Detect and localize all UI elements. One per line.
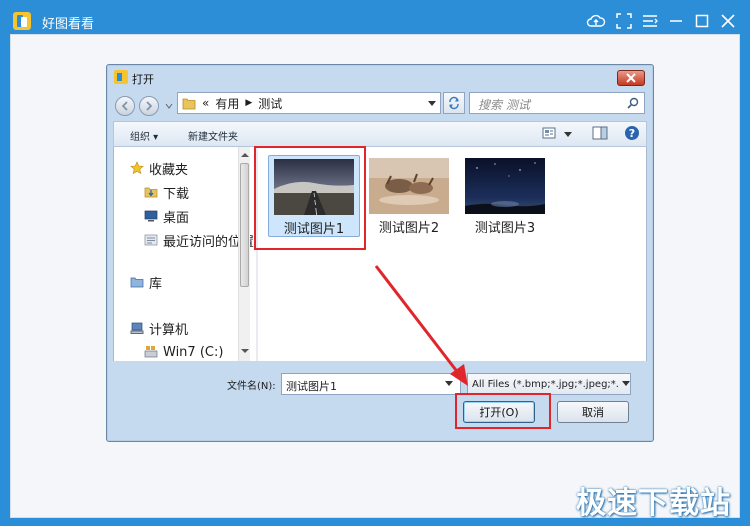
refresh-icon <box>449 96 459 110</box>
command-bar: 组织 ▾ 新建文件夹 ? <box>113 121 647 147</box>
navigation-scrollbar[interactable] <box>238 147 250 361</box>
nav-item-desktop[interactable]: 桌面 <box>144 207 190 226</box>
dialog-close-button[interactable] <box>617 70 645 86</box>
close-icon[interactable] <box>718 11 738 31</box>
nav-item-downloads[interactable]: 下载 <box>144 183 190 202</box>
file-item-2[interactable]: 测试图片2 <box>364 155 456 237</box>
filetype-dropdown-icon[interactable] <box>622 381 630 387</box>
scroll-up-icon[interactable] <box>240 151 250 159</box>
cancel-button[interactable]: 取消 <box>557 401 629 423</box>
back-button[interactable] <box>115 96 135 116</box>
close-icon <box>626 73 636 83</box>
thumbnail-night-sky-image <box>465 158 545 214</box>
highlight-open-button <box>455 393 551 429</box>
recent-places-icon <box>144 234 158 246</box>
history-dropdown-icon[interactable] <box>165 103 173 109</box>
library-icon <box>130 277 144 288</box>
folder-icon <box>182 98 196 109</box>
nav-item-label: 收藏夹 <box>149 162 189 178</box>
navigation-pane: 收藏夹 下载 桌面 最近访问的位置 库 计算机 Win7 (C:) <box>114 147 256 361</box>
star-icon <box>130 161 144 175</box>
file-name: 测试图片3 <box>474 221 536 236</box>
cloud-upload-icon[interactable] <box>586 11 606 31</box>
thumbnail-horses-image <box>369 158 449 214</box>
nav-item-label: 下载 <box>163 186 190 202</box>
nav-item-drive-c[interactable]: Win7 (C:) <box>144 343 223 361</box>
filetype-select[interactable]: All Files (*.bmp;*.jpg;*.jpeg;*. <box>467 373 631 395</box>
desktop-icon <box>144 210 158 222</box>
nav-item-libraries[interactable]: 库 <box>130 273 163 292</box>
address-segment-1[interactable]: 有用 <box>215 95 239 112</box>
download-folder-icon <box>144 187 158 198</box>
address-bar[interactable]: « 有用 ▶ 测试 <box>177 92 441 114</box>
help-icon[interactable]: ? <box>624 125 640 141</box>
maximize-icon[interactable] <box>692 11 712 31</box>
minimize-icon[interactable] <box>666 11 686 31</box>
organize-button[interactable]: 组织 ▾ <box>130 128 158 143</box>
forward-button[interactable] <box>139 96 159 116</box>
nav-item-favorites[interactable]: 收藏夹 <box>130 159 189 178</box>
drive-icon <box>144 346 158 358</box>
menu-icon[interactable] <box>640 11 660 31</box>
app-title: 好图看看 <box>42 17 95 32</box>
preview-pane-icon[interactable] <box>592 126 608 140</box>
search-box[interactable]: 搜索 测试 <box>469 92 645 114</box>
new-folder-button[interactable]: 新建文件夹 <box>188 128 238 143</box>
refresh-button[interactable] <box>443 92 465 114</box>
chevron-down-icon[interactable] <box>428 101 436 107</box>
nav-item-label: 桌面 <box>163 210 190 226</box>
nav-item-label: 计算机 <box>149 322 189 338</box>
nav-item-label: 库 <box>149 276 163 292</box>
address-segment-2[interactable]: 测试 <box>258 95 282 112</box>
view-dropdown-icon[interactable] <box>564 132 572 138</box>
arrow-right-icon <box>146 101 153 111</box>
nav-item-label: Win7 (C:) <box>163 344 224 360</box>
breadcrumb-separator-icon[interactable]: ▶ <box>245 98 252 108</box>
dialog-title: 打开 <box>132 73 154 86</box>
file-item-3[interactable]: 测试图片3 <box>460 155 552 237</box>
view-options-icon[interactable] <box>542 126 556 140</box>
dialog-app-icon <box>114 70 128 84</box>
search-icon[interactable] <box>627 97 639 109</box>
highlight-selected-file <box>254 146 366 250</box>
scroll-down-icon[interactable] <box>240 347 250 355</box>
arrow-left-icon <box>121 101 128 111</box>
file-name: 测试图片2 <box>378 221 440 236</box>
computer-icon <box>130 322 144 334</box>
app-logo-icon <box>13 12 31 30</box>
svg-text:?: ? <box>629 127 635 140</box>
search-input[interactable]: 搜索 测试 <box>478 96 530 113</box>
fullscreen-icon[interactable] <box>614 11 634 31</box>
address-overflow[interactable]: « <box>202 96 209 110</box>
nav-item-computer[interactable]: 计算机 <box>130 319 189 338</box>
scrollbar-thumb[interactable] <box>240 163 249 287</box>
filename-label: 文件名(N): <box>227 381 276 392</box>
annotation-arrow-icon <box>374 265 468 386</box>
dialog-titlebar: 打开 <box>107 65 653 89</box>
watermark-text: 极速下载站 <box>576 486 731 521</box>
